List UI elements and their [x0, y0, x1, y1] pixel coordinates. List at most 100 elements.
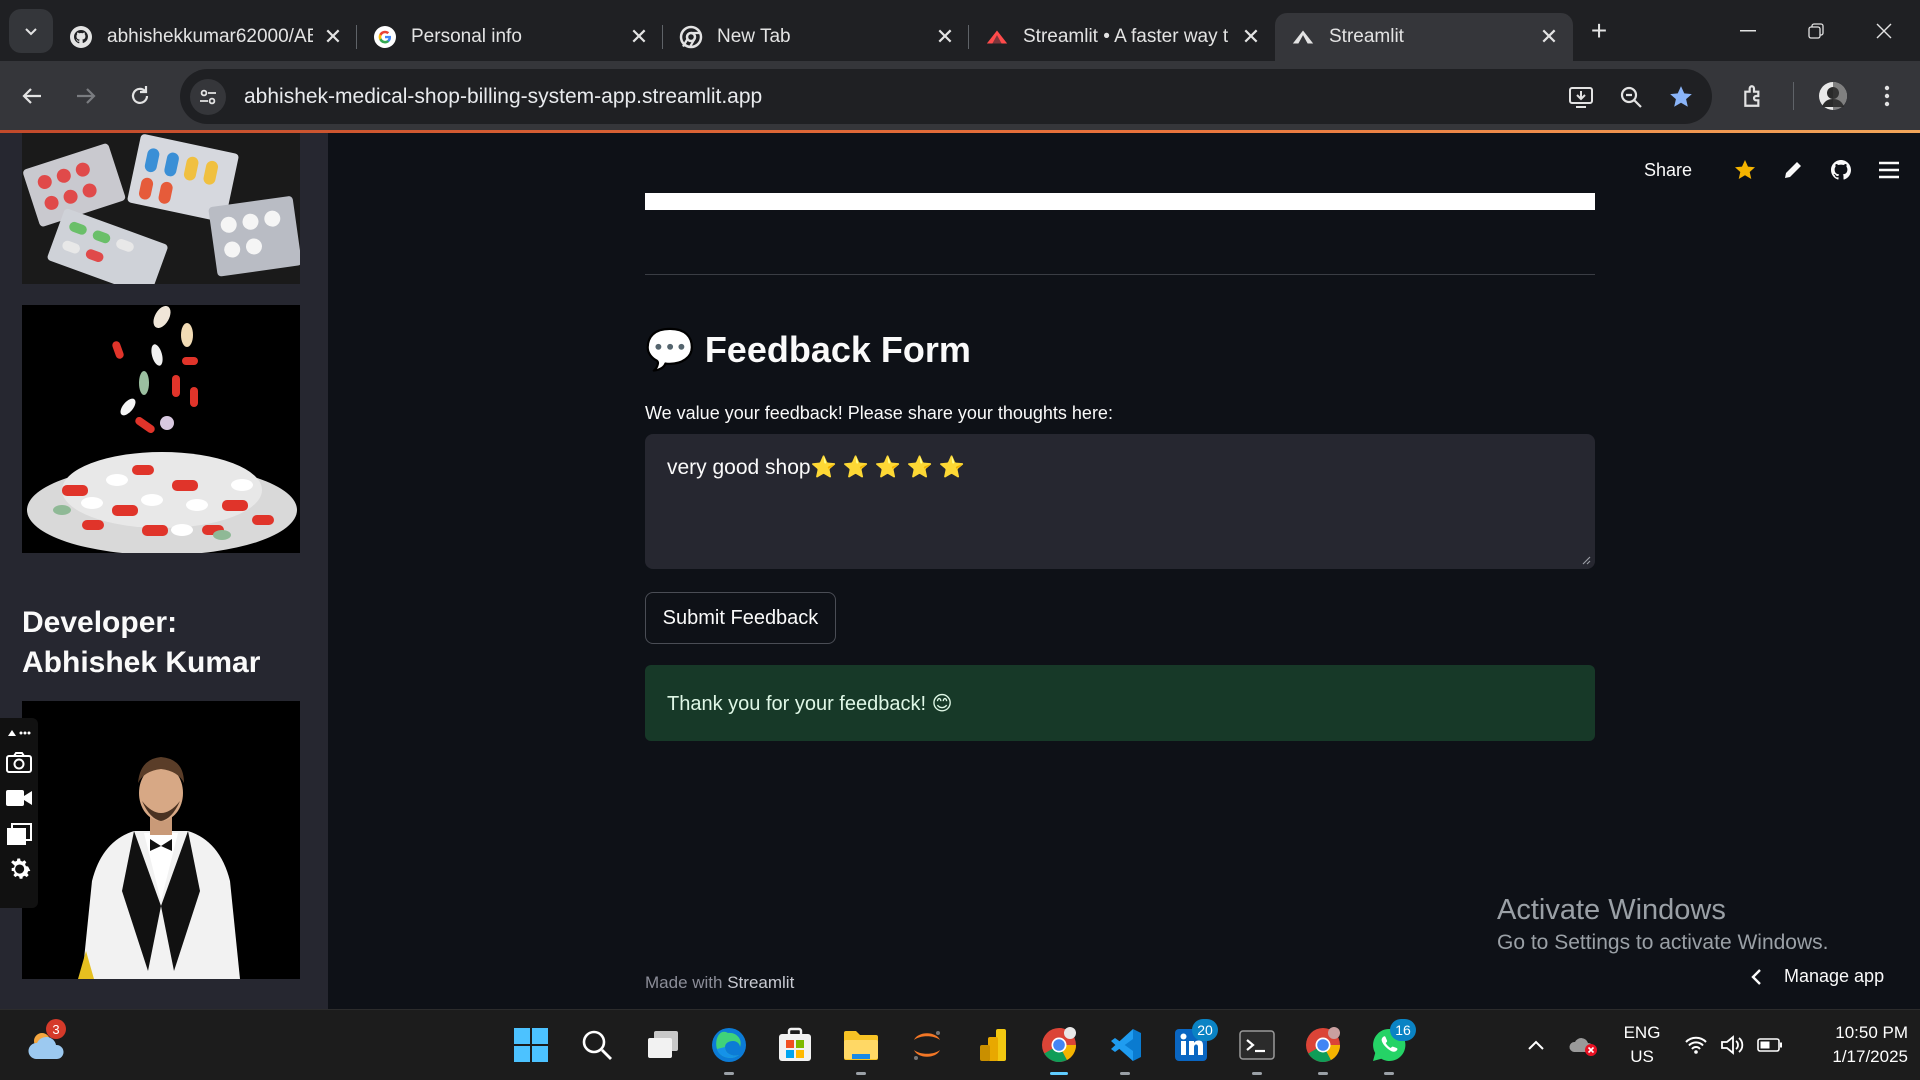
browser-tab[interactable]: New Tab ✕: [663, 13, 969, 61]
taskbar-store[interactable]: [766, 1010, 824, 1080]
reload-icon: [131, 86, 149, 104]
divider: [645, 274, 1595, 275]
tray-onedrive[interactable]: [1558, 1010, 1608, 1080]
minimize-button[interactable]: [1714, 0, 1782, 61]
close-tab-icon[interactable]: ✕: [1537, 24, 1561, 49]
streamlit-icon: [985, 25, 1009, 49]
recorder-handle-icon[interactable]: [4, 722, 34, 744]
site-info-icon[interactable]: [190, 78, 226, 115]
camera-icon[interactable]: [4, 744, 34, 780]
manage-app-label[interactable]: Manage app: [1784, 966, 1884, 987]
minimize-icon: [1740, 29, 1756, 31]
weather-widget[interactable]: 3: [18, 1010, 76, 1080]
gallery-icon[interactable]: [4, 816, 34, 852]
pills-pile-image: [22, 305, 300, 553]
close-tab-icon[interactable]: ✕: [321, 24, 345, 49]
url-text[interactable]: abhishek-medical-shop-billing-system-app…: [244, 85, 762, 109]
taskbar-search[interactable]: [568, 1010, 626, 1080]
tab-title: abhishekkumar62000/AB: [107, 26, 313, 47]
developer-name: Abhishek Kumar: [22, 646, 261, 679]
reload-button[interactable]: [118, 74, 162, 118]
task-view-button[interactable]: [634, 1010, 692, 1080]
close-window-button[interactable]: [1850, 0, 1918, 61]
taskbar-terminal[interactable]: [1228, 1010, 1286, 1080]
tray-overflow-button[interactable]: [1508, 1010, 1564, 1080]
chrome-icon: [1042, 1027, 1076, 1062]
feedback-header: 💬 Feedback Form: [645, 329, 971, 371]
browser-menu-icon[interactable]: [1860, 69, 1914, 123]
chevron-up-icon: [1528, 1040, 1544, 1050]
browser-tabstrip: abhishekkumar62000/AB ✕ Personal info ✕ …: [0, 0, 1920, 61]
browser-tab[interactable]: Streamlit • A faster way t ✕: [969, 13, 1275, 61]
taskbar-edge[interactable]: [700, 1010, 758, 1080]
taskbar-file-explorer[interactable]: [832, 1010, 890, 1080]
taskbar-linkedin[interactable]: 20: [1162, 1010, 1220, 1080]
developer-photo: [22, 701, 300, 979]
footer: Made with Streamlit: [645, 973, 794, 993]
close-icon: [1876, 23, 1892, 38]
taskbar-jupyter[interactable]: [898, 1010, 956, 1080]
feedback-text-value[interactable]: very good shop⭐ ⭐ ⭐ ⭐ ⭐: [667, 456, 965, 479]
language-code: ENG: [1623, 1023, 1661, 1042]
settings-gear-icon[interactable]: [4, 852, 34, 888]
chrome-icon: [1306, 1027, 1340, 1062]
footer-streamlit-link[interactable]: Streamlit: [727, 973, 794, 992]
language-indicator[interactable]: ENG US: [1616, 1021, 1668, 1069]
share-button[interactable]: Share: [1644, 160, 1692, 181]
taskbar-chrome-profile[interactable]: [1294, 1010, 1352, 1080]
zoom-icon[interactable]: [1606, 72, 1656, 122]
forward-button[interactable]: [64, 74, 108, 118]
browser-tab[interactable]: Personal info ✕: [357, 13, 663, 61]
battery-icon[interactable]: [1750, 1010, 1790, 1080]
edit-pencil-icon[interactable]: [1776, 153, 1810, 187]
taskbar-chrome-active[interactable]: [1030, 1010, 1088, 1080]
restore-button[interactable]: [1782, 0, 1850, 61]
tab-search-button[interactable]: [9, 8, 53, 53]
hamburger-menu-icon[interactable]: [1872, 153, 1906, 187]
toolbar-actions: [1727, 61, 1920, 131]
star-icon[interactable]: [1728, 153, 1762, 187]
vscode-icon: [1111, 1029, 1141, 1061]
submit-feedback-button[interactable]: Submit Feedback: [645, 592, 836, 644]
new-tab-button[interactable]: +: [1577, 9, 1621, 53]
close-tab-icon[interactable]: ✕: [933, 24, 957, 49]
volume-icon[interactable]: [1712, 1010, 1752, 1080]
speech-bubble-icon: 💬: [645, 328, 695, 372]
clock[interactable]: 10:50 PM 1/17/2025: [1798, 1021, 1908, 1069]
taskbar-vscode[interactable]: [1096, 1010, 1154, 1080]
wifi-icon[interactable]: [1676, 1010, 1716, 1080]
address-bar[interactable]: abhishek-medical-shop-billing-system-app…: [180, 69, 1712, 124]
video-record-icon[interactable]: [4, 780, 34, 816]
success-message: Thank you for your feedback! 😊: [667, 692, 953, 715]
region-code: US: [1630, 1047, 1654, 1066]
developer-heading: Developer: Abhishek Kumar: [22, 603, 260, 683]
resize-grip-icon[interactable]: [1581, 555, 1591, 565]
app-header-actions: Share: [1644, 153, 1906, 187]
browser-tab-active[interactable]: Streamlit ✕: [1275, 13, 1573, 61]
feedback-textarea[interactable]: very good shop⭐ ⭐ ⭐ ⭐ ⭐: [645, 434, 1595, 569]
github-icon[interactable]: [1824, 153, 1858, 187]
streamlit-icon: [1291, 25, 1315, 49]
profile-avatar[interactable]: [1806, 69, 1860, 123]
tab-title: Streamlit: [1329, 26, 1404, 47]
close-tab-icon[interactable]: ✕: [627, 24, 651, 49]
close-tab-icon[interactable]: ✕: [1239, 24, 1263, 49]
start-button[interactable]: [502, 1010, 560, 1080]
back-button[interactable]: [10, 74, 54, 118]
taskbar-whatsapp[interactable]: 16: [1360, 1010, 1418, 1080]
footer-prefix: Made with: [645, 973, 723, 992]
install-app-icon[interactable]: [1556, 72, 1606, 122]
github-icon: [69, 25, 93, 49]
arrow-left-icon: [22, 88, 41, 104]
tab-title: New Tab: [717, 26, 791, 47]
manage-app-button[interactable]: Manage app: [1750, 966, 1884, 987]
bookmark-star-icon[interactable]: [1656, 72, 1706, 122]
terminal-icon: [1239, 1030, 1275, 1060]
extensions-icon[interactable]: [1727, 69, 1781, 123]
taskbar-power-bi[interactable]: [964, 1010, 1022, 1080]
browser-tab[interactable]: abhishekkumar62000/AB ✕: [53, 13, 357, 61]
tab-title: Streamlit • A faster way t: [1023, 26, 1229, 47]
windows-logo-icon: [514, 1028, 548, 1062]
feedback-label: We value your feedback! Please share you…: [645, 403, 1113, 423]
chevron-left-icon: [1751, 968, 1761, 985]
